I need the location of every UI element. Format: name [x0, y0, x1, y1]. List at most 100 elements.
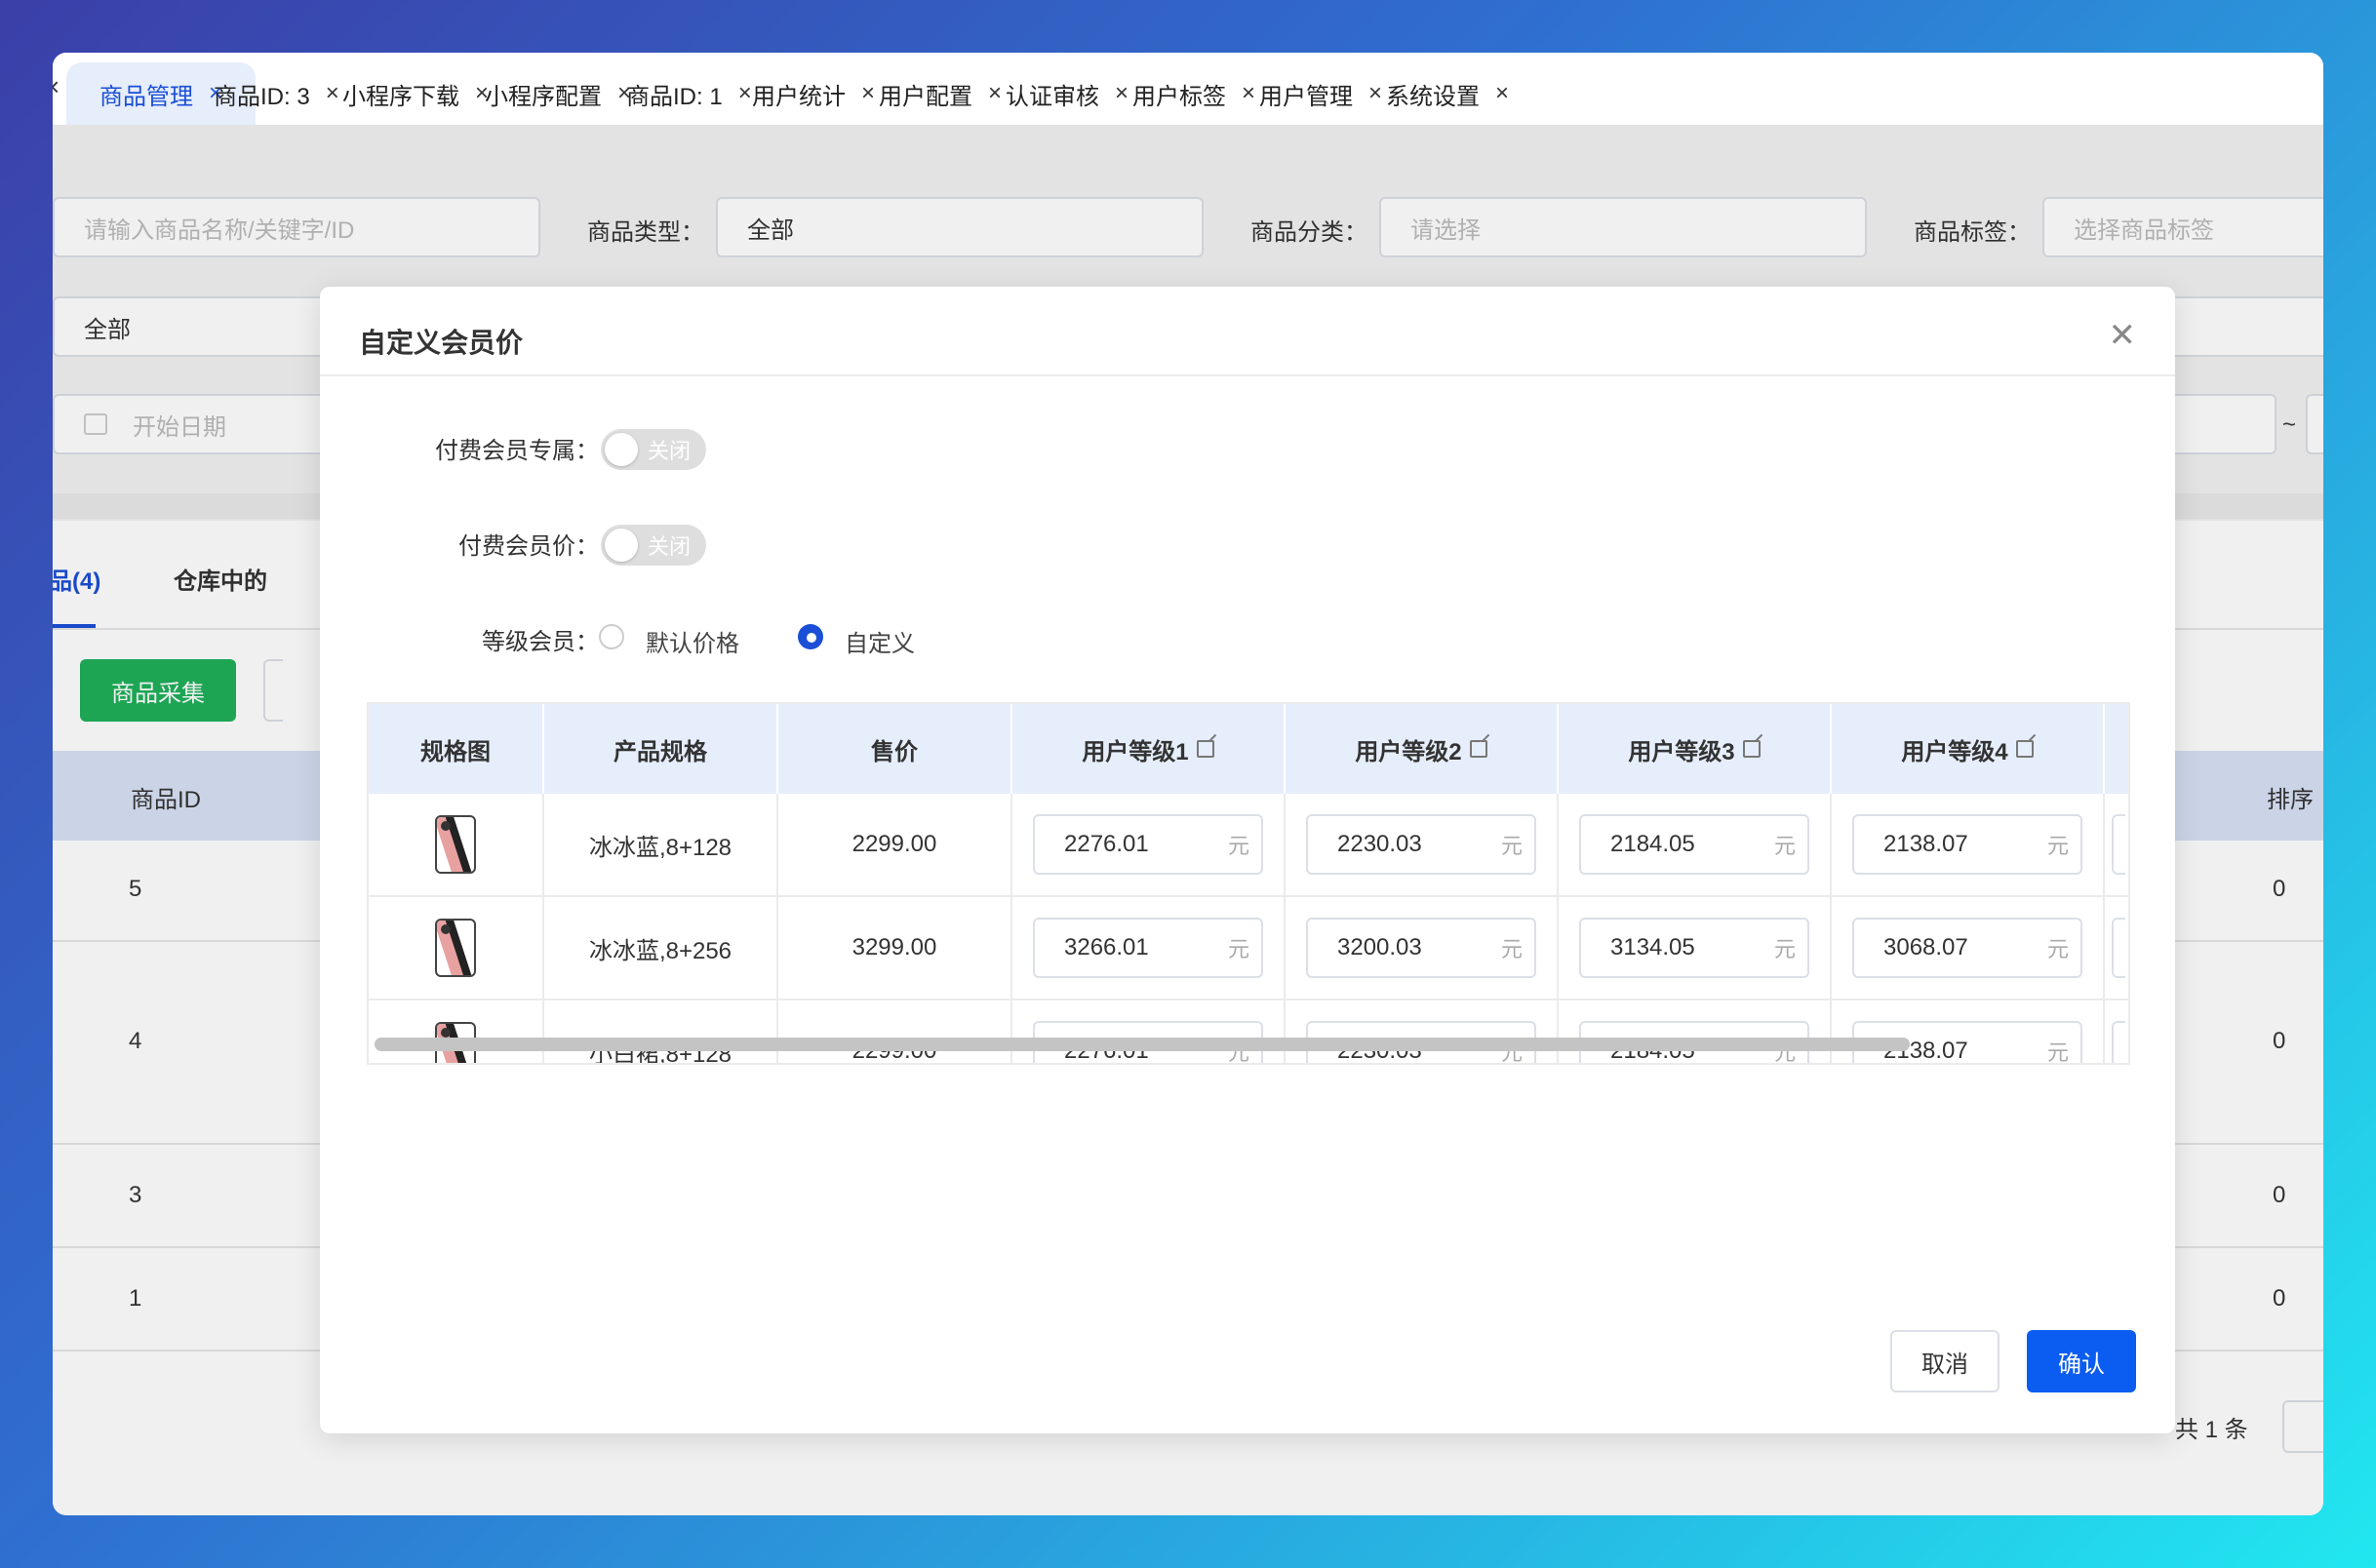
- radio-default-label[interactable]: 默认价格: [646, 624, 739, 658]
- confirm-button[interactable]: 确认: [2027, 1330, 2136, 1392]
- member-price-dialog: 自定义会员价 ✕ 付费会员专属： 关闭 付费会员价： 关闭 等级会员： 默认价格…: [320, 287, 2175, 1433]
- tab-label: 用户标签: [1132, 83, 1226, 110]
- tab-miniapp-config[interactable]: 小程序配置 ×: [485, 62, 631, 125]
- level-price-cell: 3134.05 元: [1559, 897, 1832, 1000]
- tab-bar: × 商品管理 × 商品ID: 3 × 小程序下载 × 小程序配置 × 商品ID:…: [53, 53, 2323, 125]
- column-spec-image: 规格图: [369, 704, 544, 794]
- tab-product-id-3[interactable]: 商品ID: 3 ×: [214, 62, 339, 125]
- tab-miniapp-download[interactable]: 小程序下载 ×: [342, 62, 489, 125]
- tab-user-tags[interactable]: 用户标签 ×: [1132, 62, 1255, 125]
- close-icon[interactable]: ×: [861, 80, 875, 107]
- cancel-button[interactable]: 取消: [1890, 1330, 2000, 1392]
- tab-label: 商品管理: [99, 83, 193, 110]
- level-price-input[interactable]: 3200.03 元: [1306, 918, 1536, 978]
- paid-exclusive-toggle[interactable]: 关闭: [601, 429, 706, 470]
- level-price-input[interactable]: 3266.01 元: [1033, 918, 1263, 978]
- column-label: 用户等级1: [1082, 738, 1189, 765]
- paid-price-toggle[interactable]: 关闭: [601, 525, 706, 566]
- tab-product-id-1[interactable]: 商品ID: 1 ×: [626, 62, 752, 125]
- currency-unit: 元: [1500, 834, 1523, 858]
- price-value: 3200.03: [1337, 934, 1422, 960]
- column-level-3[interactable]: 用户等级3: [1559, 704, 1832, 794]
- column-level-4[interactable]: 用户等级4: [1832, 704, 2105, 794]
- column-label: 规格图: [420, 738, 491, 765]
- close-icon[interactable]: ×: [988, 80, 1002, 107]
- level-price-cell: 3200.03 元: [1286, 897, 1559, 1000]
- close-icon[interactable]: ×: [1115, 80, 1129, 107]
- price-value: 3134.05: [1610, 934, 1695, 960]
- spec-image-cell: [369, 794, 544, 897]
- overflow-cell: [2105, 794, 2128, 897]
- spec-text: 冰冰蓝,8+128: [588, 834, 733, 861]
- dialog-title: 自定义会员价: [359, 328, 524, 358]
- level-price-cell: 2138.07 元: [1832, 794, 2105, 897]
- column-spec: 产品规格: [544, 704, 778, 794]
- phone-thumbnail[interactable]: [435, 919, 476, 977]
- radio-custom[interactable]: [798, 624, 823, 649]
- close-icon[interactable]: ×: [326, 80, 339, 107]
- price-value: 2230.03: [1337, 831, 1422, 857]
- app-window: × 商品管理 × 商品ID: 3 × 小程序下载 × 小程序配置 × 商品ID:…: [53, 53, 2323, 1515]
- level-price-input[interactable]: 3068.07 元: [1852, 918, 2082, 978]
- tab-label: 用户统计: [752, 83, 846, 110]
- price-value: 3266.01: [1064, 934, 1149, 960]
- phone-thumbnail[interactable]: [435, 815, 476, 874]
- column-label: 用户等级4: [1901, 738, 2008, 765]
- close-icon[interactable]: ×: [738, 80, 752, 107]
- spec-image-cell: [369, 1000, 544, 1063]
- close-icon[interactable]: ×: [1242, 80, 1255, 107]
- currency-unit: 元: [1227, 937, 1249, 961]
- spec-text: 冰冰蓝,8+256: [588, 937, 733, 964]
- currency-unit: 元: [2046, 1040, 2069, 1065]
- column-overflow: [2105, 704, 2128, 794]
- dialog-divider: [320, 374, 2175, 376]
- toggle-state: 关闭: [648, 534, 692, 559]
- radio-default-price[interactable]: [599, 624, 624, 649]
- level-price-cell: 2276.01 元: [1012, 794, 1286, 897]
- level-price-input[interactable]: 2184.05 元: [1579, 814, 1809, 875]
- tab-label: 系统设置: [1386, 83, 1480, 110]
- level-price-input[interactable]: 2276.01 元: [1033, 814, 1263, 875]
- column-label: 用户等级3: [1628, 738, 1735, 765]
- tab-label: 用户配置: [879, 83, 972, 110]
- level-price-input[interactable]: 3134.05 元: [1579, 918, 1809, 978]
- tab-verification[interactable]: 认证审核 ×: [1006, 62, 1129, 125]
- level-price-input[interactable]: [2112, 1021, 2125, 1063]
- edit-icon[interactable]: [1742, 740, 1761, 758]
- level-price-input[interactable]: 2138.07 元: [1852, 814, 2082, 875]
- edit-icon[interactable]: [1469, 740, 1487, 758]
- column-label: 用户等级2: [1355, 738, 1462, 765]
- column-level-2[interactable]: 用户等级2: [1286, 704, 1559, 794]
- toggle-state: 关闭: [648, 439, 692, 463]
- column-level-1[interactable]: 用户等级1: [1012, 704, 1286, 794]
- price-value: 2138.07: [1883, 831, 1968, 857]
- edit-icon[interactable]: [1196, 740, 1214, 758]
- column-label: 售价: [871, 738, 918, 765]
- close-icon[interactable]: ×: [1495, 80, 1509, 107]
- level-price-input[interactable]: [2112, 918, 2125, 978]
- thumbnail-camera: [441, 821, 451, 831]
- level-price-cell: 3266.01 元: [1012, 897, 1286, 1000]
- close-icon[interactable]: ✕: [2109, 316, 2137, 355]
- edit-icon[interactable]: [2015, 740, 2034, 758]
- level-price-input[interactable]: 2230.03 元: [1306, 814, 1536, 875]
- level-price-input[interactable]: [2112, 814, 2125, 875]
- tab-system-settings[interactable]: 系统设置 ×: [1386, 62, 1509, 125]
- horizontal-scrollbar[interactable]: [375, 1038, 1910, 1051]
- thumbnail-camera: [441, 1028, 451, 1038]
- tab-label: 用户管理: [1259, 83, 1353, 110]
- currency-unit: 元: [1227, 834, 1249, 858]
- spec-cell: 小白裙,8+128: [544, 1000, 778, 1063]
- level-price-cell: 2230.03元: [1286, 1000, 1559, 1063]
- spec-cell: 冰冰蓝,8+256: [544, 897, 778, 1000]
- tab-user-management[interactable]: 用户管理 ×: [1259, 62, 1382, 125]
- level-price-cell: 2184.05元: [1559, 1000, 1832, 1063]
- radio-custom-label[interactable]: 自定义: [845, 624, 915, 658]
- price-cell: 3299.00: [778, 897, 1012, 1000]
- level-price-cell: 2184.05元: [1559, 794, 1832, 897]
- close-icon[interactable]: ×: [1368, 80, 1382, 107]
- paid-exclusive-label: 付费会员专属：: [435, 438, 599, 464]
- tab-user-config[interactable]: 用户配置 ×: [879, 62, 1002, 125]
- tab-user-stats[interactable]: 用户统计 ×: [752, 62, 875, 125]
- tab-close-icon[interactable]: ×: [53, 72, 59, 102]
